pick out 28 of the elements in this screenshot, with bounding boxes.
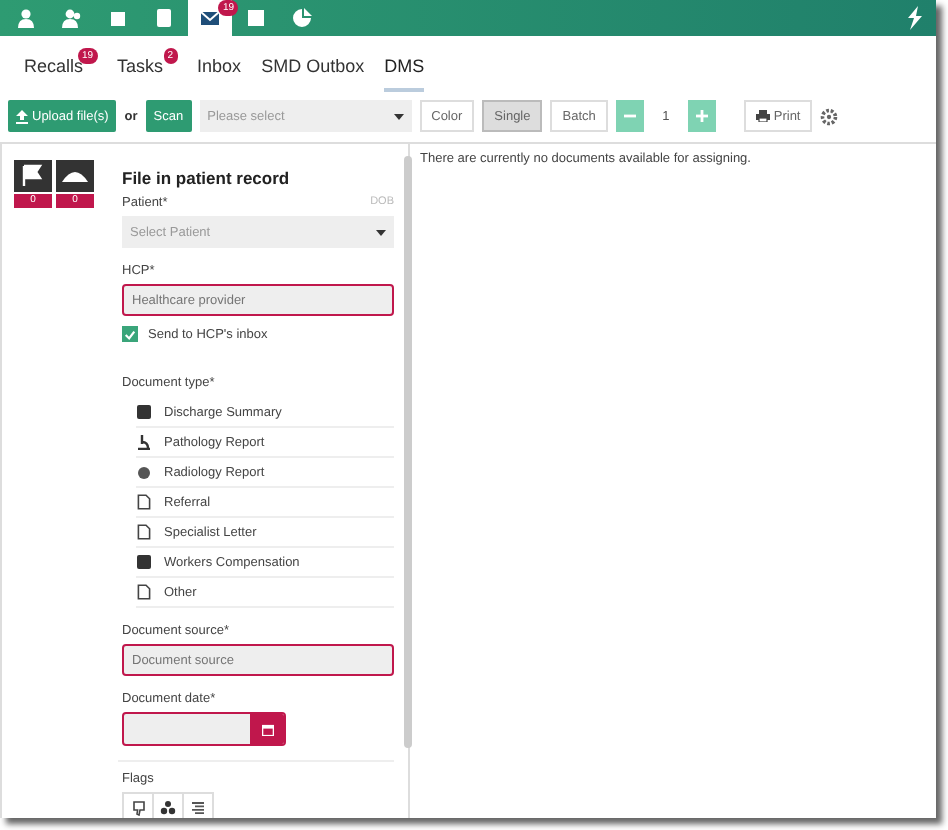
checkbox[interactable]	[122, 326, 138, 342]
nav-icon	[16, 8, 36, 28]
flag-button[interactable]	[122, 792, 154, 818]
tab[interactable]: SMD Outbox	[261, 48, 365, 92]
caret-icon	[376, 229, 386, 235]
logo-icon	[904, 6, 924, 30]
tab[interactable]: Inbox	[197, 48, 242, 92]
flag-button[interactable]	[182, 792, 214, 818]
upload-icon	[16, 109, 28, 123]
calendar-icon[interactable]	[261, 723, 273, 735]
nav-icon	[154, 8, 174, 28]
nav-icon	[108, 8, 128, 28]
flag-button[interactable]	[152, 792, 184, 818]
nav-icon	[246, 8, 266, 28]
plus-icon	[695, 110, 708, 122]
caret-icon	[393, 113, 404, 119]
flag-icon	[14, 160, 52, 192]
nav-icon	[292, 8, 312, 28]
tab[interactable]: DMS	[384, 48, 425, 92]
printer-icon	[755, 110, 770, 122]
settings-icon[interactable]	[820, 107, 839, 125]
nav-icon	[200, 8, 220, 28]
people-icon	[160, 799, 176, 815]
form-title: File in patient record	[122, 168, 292, 188]
list-icon	[190, 799, 206, 815]
nav-icon	[62, 8, 82, 28]
date-field[interactable]	[122, 712, 286, 746]
thumbs-down-icon	[131, 799, 145, 815]
